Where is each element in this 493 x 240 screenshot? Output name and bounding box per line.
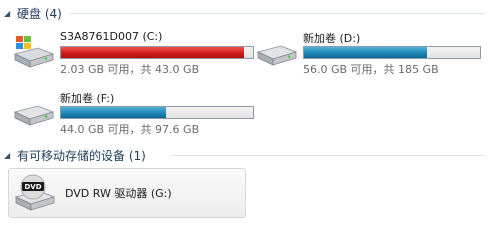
usage-fill: [61, 47, 244, 58]
drive-c[interactable]: S3A8761D007 (C:) 2.03 GB 可用，共 43.0 GB: [12, 30, 254, 76]
drive-f[interactable]: 新加卷 (F:) 44.0 GB 可用，共 97.6 GB: [12, 90, 254, 136]
drive-name: 新加卷 (D:): [303, 32, 361, 45]
collapse-chevron-icon[interactable]: ◢: [4, 9, 14, 18]
usage-bar: [303, 46, 481, 59]
group-title: 硬盘 (4): [17, 6, 62, 21]
hard-drive-icon: [13, 105, 55, 126]
drive-name: 新加卷 (F:): [60, 92, 115, 105]
usage-fill: [304, 47, 427, 58]
usage-bar: [60, 46, 254, 59]
collapse-chevron-icon[interactable]: ◢: [4, 151, 14, 160]
group-header-hard-disks[interactable]: ◢ 硬盘 (4): [4, 4, 62, 22]
windows-drive-icon: [13, 36, 55, 68]
dvd-drive-icon: DVD: [14, 174, 56, 211]
usage-fill: [61, 107, 167, 118]
group-header-removable[interactable]: ◢ 有可移动存储的设备 (1): [4, 146, 146, 164]
free-space-text: 44.0 GB 可用，共 97.6 GB: [60, 123, 200, 136]
free-space-text: 56.0 GB 可用，共 185 GB: [303, 63, 439, 76]
usage-bar: [60, 106, 254, 119]
dvd-icon-label: DVD: [24, 183, 41, 191]
drive-d[interactable]: 新加卷 (D:) 56.0 GB 可用，共 185 GB: [255, 30, 485, 76]
drive-name: S3A8761D007 (C:): [60, 30, 163, 43]
hard-drive-icon: [256, 45, 298, 66]
drive-g-dvd[interactable]: DVD DVD RW 驱动器 (G:): [8, 168, 246, 218]
group-divider: [172, 155, 485, 156]
group-title: 有可移动存储的设备 (1): [17, 148, 146, 163]
group-divider: [70, 13, 485, 14]
free-space-text: 2.03 GB 可用，共 43.0 GB: [60, 63, 200, 76]
drive-name: DVD RW 驱动器 (G:): [65, 187, 172, 200]
